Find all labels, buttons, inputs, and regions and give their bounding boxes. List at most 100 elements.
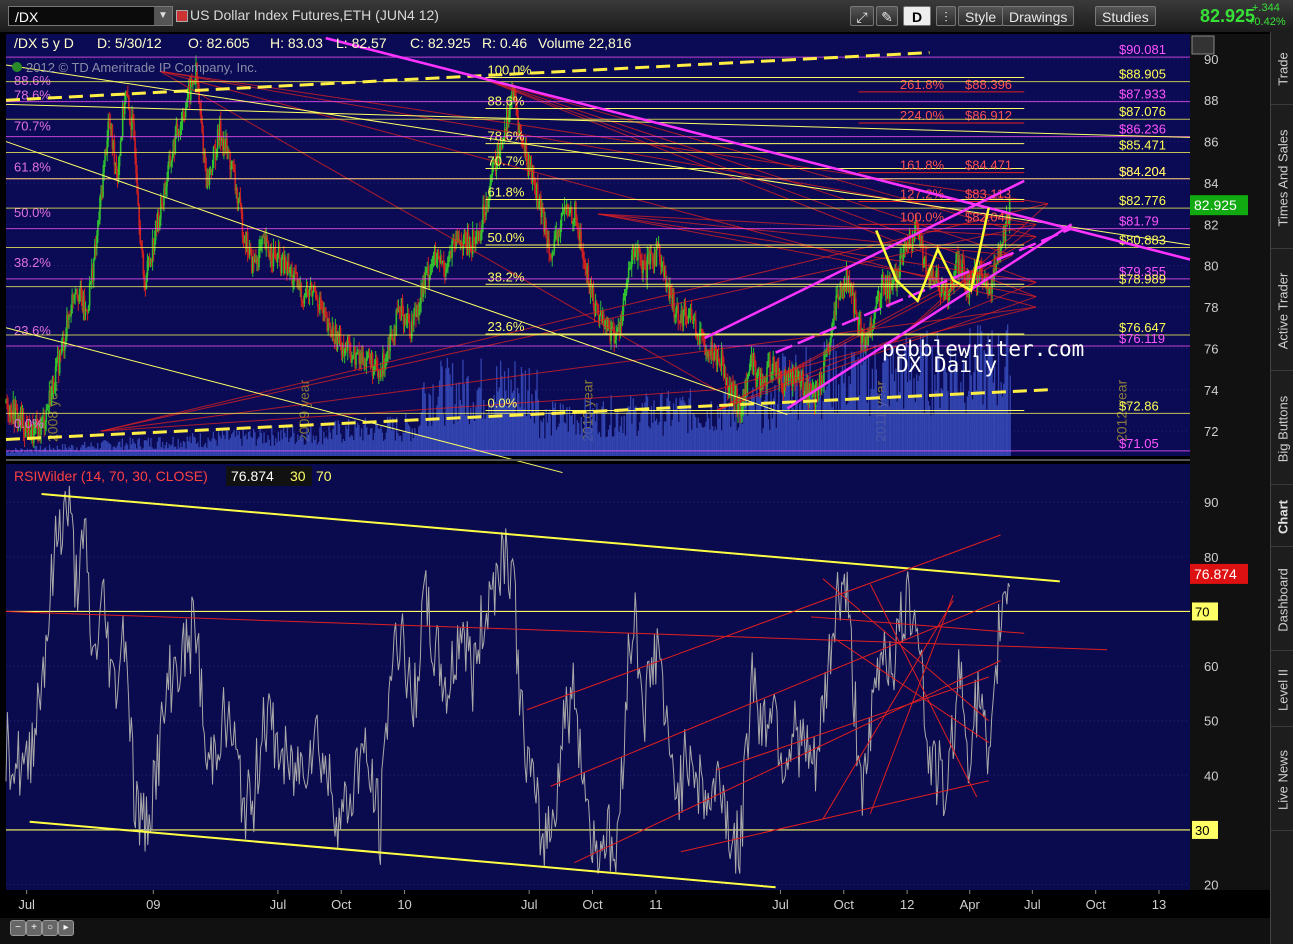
volume-bar — [818, 397, 820, 456]
volume-bar — [773, 398, 775, 456]
volume-bar — [948, 411, 950, 456]
volume-bar — [315, 435, 317, 456]
volume-bar — [253, 428, 255, 456]
chart-type-icon[interactable]: ⫶ — [936, 6, 956, 26]
volume-bar — [373, 432, 376, 456]
volume-bar — [579, 434, 581, 456]
volume-bar — [243, 436, 246, 456]
volume-bar — [147, 437, 149, 456]
volume-bar — [342, 439, 344, 456]
volume-bar — [640, 414, 642, 456]
volume-bar — [399, 435, 402, 456]
candle-body — [212, 146, 215, 168]
volume-bar — [409, 426, 411, 456]
volume-bar — [212, 431, 214, 456]
volume-bar — [832, 338, 835, 456]
volume-bar — [444, 425, 446, 456]
zoom-in-icon[interactable]: + — [26, 920, 42, 936]
candle-body — [748, 370, 751, 373]
header-high: H: 83.03 — [270, 35, 323, 51]
price-axis-bg — [1190, 34, 1270, 890]
sidebar-tab-times-and-sales[interactable]: Times And Sales — [1271, 108, 1293, 249]
volume-bar — [674, 409, 676, 456]
volume-bar — [48, 444, 51, 456]
volume-bar — [899, 392, 901, 456]
volume-bar — [695, 417, 697, 456]
volume-bar — [480, 358, 482, 456]
volume-bar — [284, 432, 286, 456]
sidebar-tab-trade[interactable]: Trade — [1271, 34, 1293, 105]
drawings-button[interactable]: Drawings — [1002, 6, 1075, 26]
volume-bar — [437, 396, 439, 456]
magnifier-icon[interactable]: ○ — [42, 920, 58, 936]
period-button[interactable]: D — [903, 6, 931, 26]
volume-bar — [28, 451, 30, 456]
zoom-icon[interactable]: ⤢ — [850, 6, 874, 26]
volume-bar — [923, 413, 926, 456]
volume-bar — [100, 442, 103, 456]
volume-bar — [319, 427, 321, 456]
volume-bar — [151, 447, 153, 456]
volume-bar — [316, 444, 318, 456]
volume-bar — [515, 416, 517, 456]
sidebar-tab-live-news[interactable]: Live News — [1271, 730, 1293, 831]
volume-bar — [32, 451, 34, 456]
volume-bar — [659, 394, 662, 456]
candle-body — [650, 250, 653, 254]
volume-bar — [685, 407, 688, 456]
volume-bar — [496, 366, 498, 456]
price-level-label: $81.79 — [1119, 214, 1159, 229]
volume-bar — [839, 409, 841, 456]
sidebar-tab-label: Level II — [1275, 669, 1290, 711]
volume-bar — [156, 441, 159, 456]
volume-bar — [789, 412, 792, 456]
volume-bar — [689, 388, 692, 456]
x-tick-label: Jul — [521, 897, 538, 912]
x-tick-label: Jul — [1024, 897, 1041, 912]
volume-bar — [240, 438, 242, 456]
wrench-icon[interactable]: ✎ — [876, 6, 898, 26]
volume-bar — [454, 404, 456, 456]
volume-bar — [574, 413, 576, 456]
tag-icon[interactable]: ▸ — [58, 920, 74, 936]
volume-bar — [727, 409, 729, 456]
volume-bar — [199, 433, 201, 456]
chart-area[interactable]: 7274767880828486889020304050607080902008… — [0, 32, 1270, 918]
volume-bar — [232, 432, 234, 456]
sidebar-tab-level-ii[interactable]: Level II — [1271, 654, 1293, 727]
sidebar-tab-chart[interactable]: Chart — [1271, 488, 1293, 547]
volume-bar — [202, 447, 204, 456]
header-close: C: 82.925 — [410, 35, 471, 51]
volume-bar — [940, 387, 942, 456]
style-button[interactable]: Style — [958, 6, 1004, 26]
volume-bar — [845, 404, 848, 456]
volume-bar — [711, 425, 714, 456]
volume-bar — [961, 392, 963, 456]
header-date: D: 5/30/12 — [97, 35, 162, 51]
volume-bar — [428, 393, 430, 456]
volume-bar — [492, 417, 494, 456]
volume-bar — [163, 448, 165, 456]
volume-bar — [318, 442, 320, 456]
volume-bar — [180, 442, 182, 456]
volume-bar — [782, 353, 784, 456]
volume-bar — [249, 431, 251, 456]
volume-bar — [193, 436, 195, 456]
studies-button[interactable]: Studies — [1095, 6, 1156, 26]
volume-bar — [854, 360, 857, 456]
volume-bar — [344, 440, 346, 456]
sidebar-tab-active-trader[interactable]: Active Trader — [1271, 252, 1293, 371]
symbol-dropdown-icon[interactable]: ▼ — [154, 7, 172, 25]
sidebar-tab-big-buttons[interactable]: Big Buttons — [1271, 374, 1293, 485]
volume-bar — [308, 432, 311, 456]
volume-bar — [64, 444, 66, 456]
zoom-out-icon[interactable]: − — [10, 920, 26, 936]
volume-bar — [636, 435, 638, 456]
price-level-label: $86.236 — [1119, 122, 1166, 137]
volume-bar — [886, 354, 888, 456]
sidebar-tab-dashboard[interactable]: Dashboard — [1271, 550, 1293, 651]
symbol-input[interactable]: /DX ▼ — [8, 6, 173, 26]
volume-bar — [891, 374, 893, 456]
drawings-label: Drawings — [1009, 9, 1068, 25]
net-change: +.344 — [1252, 2, 1280, 14]
